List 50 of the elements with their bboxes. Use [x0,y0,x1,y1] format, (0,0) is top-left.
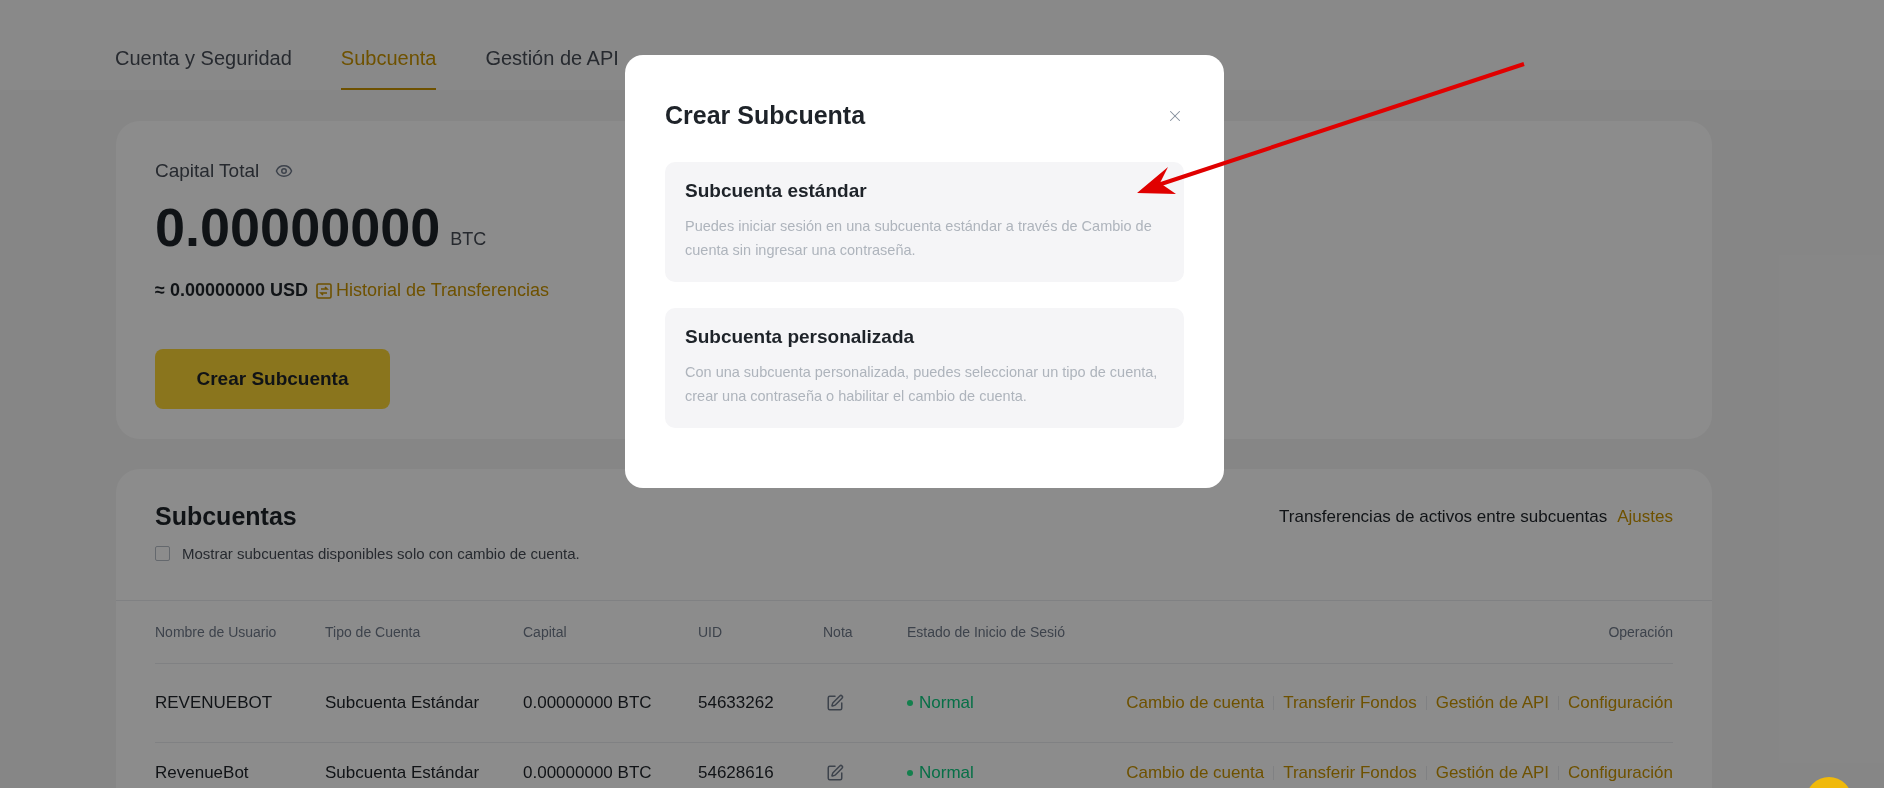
type-cell-text: Subcuenta Estándar [325,763,481,783]
edit-icon[interactable] [826,694,844,712]
usd-value: ≈ 0.00000000 USD [155,280,308,301]
section-title: Subcuentas [155,502,297,531]
action-link[interactable]: Cambio de cuenta [1126,763,1265,783]
uid-cell-text: 54628616 [698,763,775,783]
edit-icon[interactable] [826,764,844,782]
action-link[interactable]: Transferir Fondos [1283,693,1417,713]
action-link[interactable]: Transferir Fondos [1283,763,1417,783]
uid-cell-text: 54633262 [698,693,775,713]
account-option[interactable]: Subcuenta estándar Puedes iniciar sesión en una subcuenta estándar a través de Cambio de cuenta sin ingresar una contraseña. [665,162,1184,282]
settings-link[interactable]: Ajustes [1617,506,1673,527]
column-header: Capital [523,624,568,640]
option-description: Puedes iniciar sesión en una subcuenta estándar a través de Cambio de cuenta sin ingresar una contraseña. [685,217,1153,260]
option-title: Subcuenta estándar [685,180,868,202]
status-text: Normal [907,693,1127,713]
column-header: UID [698,624,724,640]
username-cell-text: REVENUEBOT [155,693,274,713]
capital-label: Capital Total [155,160,260,182]
eye-icon[interactable] [275,162,294,180]
history-link[interactable]: Historial de Transferencias [336,280,550,301]
column-header: Nota [823,624,854,640]
create-subaccount-button[interactable]: Crear Subcuenta [155,349,390,409]
action-link[interactable]: Gestión de API [1435,693,1550,713]
filter-label: Mostrar subcuentas disponibles solo con cambio de cuenta. [182,545,580,562]
account-option[interactable]: Subcuenta personalizada Con una subcuenta personalizada, puedes seleccionar un tipo de cuenta, crear una contraseña o habilitar el cambio de cuenta. [665,308,1184,428]
column-header: Estado de Inicio de Sesió [907,624,1066,640]
action-link[interactable]: Configuración [1568,693,1673,713]
nav-tab[interactable]: Cuenta y Seguridad [115,47,292,90]
column-header: Operación [1608,624,1673,640]
column-header: Tipo de Cuenta [325,624,422,640]
status-text: Normal [907,763,1127,783]
nav-tab[interactable]: Subcuenta [340,47,437,90]
type-cell-text: Subcuenta Estándar [325,693,481,713]
action-link[interactable]: Gestión de API [1435,763,1550,783]
nav-tab[interactable]: Gestión de API [485,47,619,90]
dialog-title: Crear Subcuenta [665,101,866,130]
capital-cell-text: 0.00000000 BTC [523,763,653,783]
action-link[interactable]: Cambio de cuenta [1126,693,1265,713]
column-header: Nombre de Usuario [155,624,278,640]
option-description: Con una subcuenta personalizada, puedes seleccionar un tipo de cuenta, crear una contraseña o habilitar el cambio de cuenta. [685,363,1159,406]
total-amount: 0.00000000 [155,196,441,258]
capital-cell-text: 0.00000000 BTC [523,693,653,713]
option-title: Subcuenta personalizada [685,326,916,348]
transfer-icon [316,282,332,299]
transfer-text: Transferencias de activos entre subcuentas [1279,506,1608,527]
username-cell-text: RevenueBot [155,763,250,783]
currency-unit: BTC [450,229,487,250]
filter-checkbox[interactable] [155,546,170,561]
action-link[interactable]: Configuración [1568,763,1673,783]
